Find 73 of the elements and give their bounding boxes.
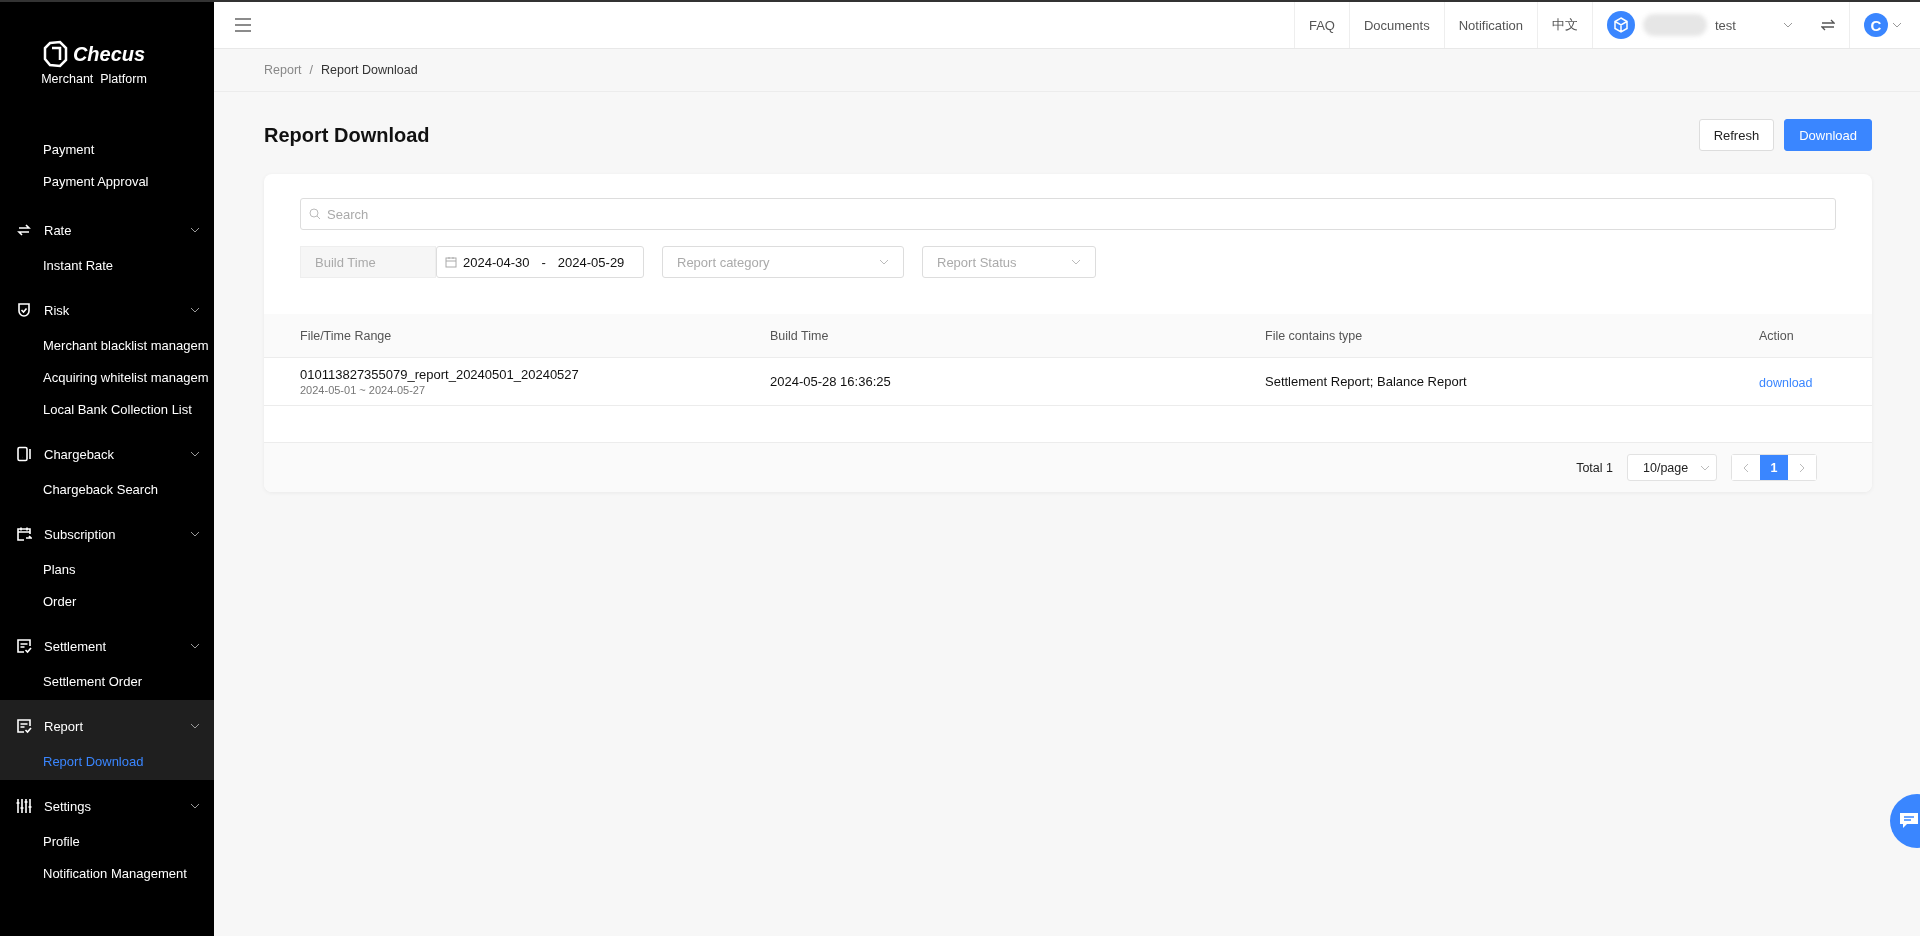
date-range-field[interactable]: 2024-04-30 - 2024-05-29 (436, 246, 644, 278)
column-header: Action (1759, 328, 1795, 343)
blurred-placeholder (1643, 14, 1707, 36)
logo-subtitle: Merchant Platform (41, 72, 147, 86)
menu-item[interactable]: Acquiring whitelist managem (0, 362, 214, 394)
menu-group-header[interactable]: Chargeback (0, 434, 214, 474)
menu-item[interactable]: Order (0, 586, 214, 618)
chevron-down-icon (190, 449, 200, 459)
menu-group-header[interactable]: Subscription (0, 514, 214, 554)
swap-arrows-icon (16, 222, 32, 238)
build-time-label: Build Time (300, 246, 436, 278)
shield-check-icon (16, 302, 32, 318)
search-field[interactable]: Search (300, 198, 1836, 230)
chevron-down-icon (1071, 257, 1081, 267)
breadcrumb-separator: / (309, 63, 313, 77)
menu-item[interactable]: Payment (0, 134, 214, 166)
page-size-select[interactable]: 10/page (1627, 454, 1717, 481)
header-link[interactable]: FAQ (1293, 2, 1349, 48)
menu-item[interactable]: Notification Management (0, 858, 214, 890)
chevron-down-icon (190, 529, 200, 539)
chevron-down-icon (190, 721, 200, 731)
cube-avatar-icon[interactable] (1607, 11, 1635, 39)
download-link[interactable]: download (1759, 375, 1813, 390)
total-count: Total 1 (1576, 460, 1613, 475)
user-name: test (1715, 17, 1737, 33)
logo-icon (42, 40, 69, 68)
file-name-cell-text: 010113827355079_report_20240501_20240527 (300, 367, 580, 382)
search-icon (309, 208, 321, 220)
menu-item[interactable]: Profile (0, 826, 214, 858)
calendar-icon (445, 256, 457, 268)
table-cell-text: 2024-05-28 16:36:25 (770, 374, 892, 389)
chevron-down-icon (190, 801, 200, 811)
menu-group-header[interactable]: Risk (0, 290, 214, 330)
menu-group-header[interactable]: Settlement (0, 626, 214, 666)
sliders-icon (16, 798, 32, 814)
menu-group-header[interactable]: Settings (0, 786, 214, 826)
chevron-left-icon (1742, 462, 1750, 473)
menu-group-header[interactable]: Report (0, 706, 214, 746)
menu-item[interactable]: Report Download (0, 746, 214, 778)
column-header: File/Time Range (300, 328, 393, 343)
menu-item[interactable]: Local Bank Collection List (0, 394, 214, 426)
menu-item[interactable]: Payment Approval (0, 166, 214, 198)
logo-name: Checus (72, 42, 146, 66)
chevron-down-icon (190, 305, 200, 315)
menu-item[interactable]: Merchant blacklist managem (0, 330, 214, 362)
document-check-icon (16, 638, 32, 654)
chat-bubble-icon (1898, 811, 1920, 831)
menu-item[interactable]: Instant Rate (0, 250, 214, 282)
time-range-text: 2024-05-01 ~ 2024-05-27 (300, 384, 427, 396)
calendar-icon (16, 526, 32, 542)
menu-item[interactable]: Plans (0, 554, 214, 586)
menu-item[interactable]: Settlement Order (0, 666, 214, 698)
column-header: Build Time (770, 328, 830, 343)
chevron-right-icon (1798, 462, 1806, 473)
breadcrumb-link[interactable]: Report Download (321, 63, 418, 77)
header-link[interactable]: Notification (1443, 2, 1537, 48)
header-link[interactable]: 中文 (1537, 2, 1592, 48)
page-title: Report Download (264, 123, 430, 147)
refresh-button[interactable]: Refresh (1698, 119, 1775, 151)
menu-item[interactable]: Chargeback Search (0, 474, 214, 506)
menu-group-header[interactable]: Rate (0, 210, 214, 250)
menu-icon[interactable] (234, 18, 252, 32)
chevron-down-icon (1783, 20, 1793, 30)
chevron-down-icon (190, 225, 200, 235)
swap-arrows-icon[interactable] (1821, 19, 1835, 31)
phone-icon (16, 446, 32, 462)
document-check-icon (16, 718, 32, 734)
table-cell-text: Settlement Report; Balance Report (1265, 374, 1468, 389)
chevron-down-icon (879, 257, 889, 267)
column-header: File contains type (1265, 328, 1364, 343)
header-link[interactable]: Documents (1348, 2, 1444, 48)
chevron-down-icon (1892, 20, 1902, 30)
chevron-down-icon (190, 641, 200, 651)
